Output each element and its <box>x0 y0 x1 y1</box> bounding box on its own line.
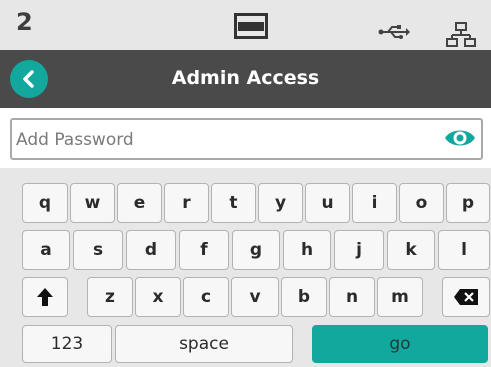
backspace-icon <box>454 289 478 305</box>
page-title: Admin Access <box>171 67 320 89</box>
space-key[interactable]: space <box>115 325 293 363</box>
password-input[interactable] <box>14 120 438 160</box>
key-m[interactable]: m <box>377 277 423 317</box>
key-p[interactable]: p <box>446 183 490 223</box>
key-a[interactable]: a <box>22 230 70 270</box>
key-f[interactable]: f <box>179 230 229 270</box>
key-c[interactable]: c <box>183 277 229 317</box>
key-r[interactable]: r <box>164 183 209 223</box>
key-u[interactable]: u <box>305 183 350 223</box>
status-number: 2 <box>16 8 33 36</box>
key-k[interactable]: k <box>387 230 435 270</box>
key-v[interactable]: v <box>231 277 279 317</box>
shift-arrow-icon <box>37 288 53 306</box>
key-l[interactable]: l <box>438 230 490 270</box>
key-e[interactable]: e <box>117 183 162 223</box>
go-button[interactable]: go <box>312 325 488 363</box>
key-w[interactable]: w <box>70 183 115 223</box>
key-x[interactable]: x <box>135 277 181 317</box>
key-d[interactable]: d <box>126 230 176 270</box>
key-n[interactable]: n <box>329 277 375 317</box>
shift-key[interactable] <box>22 277 68 317</box>
tray-icon <box>234 13 268 39</box>
key-y[interactable]: y <box>258 183 303 223</box>
key-h[interactable]: h <box>283 230 331 270</box>
numbers-key[interactable]: 123 <box>22 325 112 363</box>
status-bar: 2 <box>0 0 491 50</box>
key-b[interactable]: b <box>281 277 327 317</box>
key-i[interactable]: i <box>352 183 397 223</box>
key-t[interactable]: t <box>211 183 256 223</box>
key-s[interactable]: s <box>73 230 123 270</box>
on-screen-keyboard: q w e r t y u i o p a s d f g h j k l z … <box>0 168 491 367</box>
key-q[interactable]: q <box>22 183 68 223</box>
network-icon <box>446 22 476 47</box>
eye-icon[interactable] <box>443 126 477 150</box>
usb-icon <box>378 25 410 39</box>
key-j[interactable]: j <box>334 230 384 270</box>
key-z[interactable]: z <box>87 277 133 317</box>
password-field[interactable] <box>10 118 483 160</box>
title-bar: Admin Access <box>0 50 491 108</box>
key-o[interactable]: o <box>399 183 444 223</box>
backspace-key[interactable] <box>442 277 490 317</box>
key-g[interactable]: g <box>232 230 280 270</box>
